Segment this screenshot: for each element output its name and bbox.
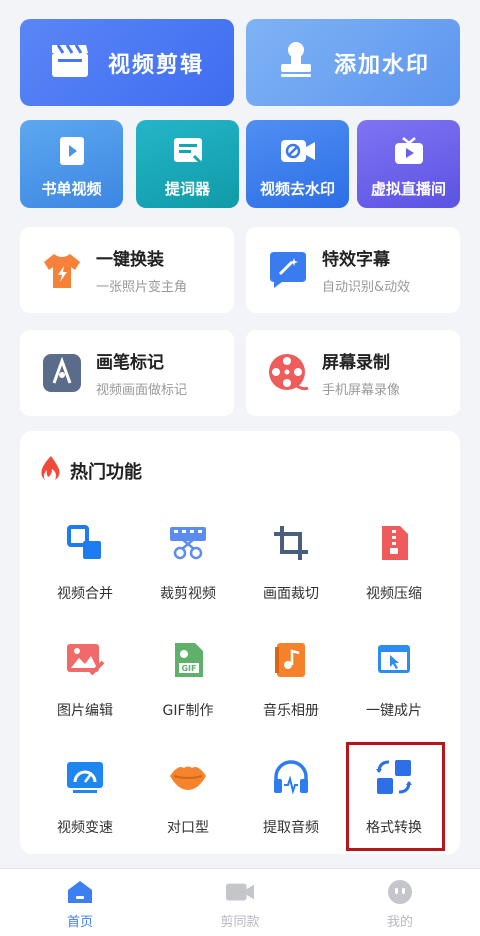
- book-video-card[interactable]: 书单视频: [20, 120, 123, 208]
- nav-profile-label: 我的: [386, 915, 413, 930]
- camera-icon: [225, 879, 255, 905]
- tv-play-icon: [390, 134, 428, 168]
- gif-make-button[interactable]: GIF GIF制作: [138, 640, 238, 740]
- stamp-icon: [276, 40, 316, 86]
- screen-record-subtitle: 手机屏幕录像: [322, 383, 401, 398]
- effect-subtitle-subtitle: 自动识别&动效: [322, 280, 411, 295]
- teleprompter-icon: [169, 134, 207, 168]
- image-edit-label: 图片编辑: [57, 703, 113, 719]
- cut-video-label: 裁剪视频: [160, 586, 216, 602]
- effect-subtitle-title: 特效字幕: [322, 250, 390, 270]
- hot-functions-title: 热门功能: [70, 461, 142, 483]
- lips-icon: [168, 757, 208, 797]
- add-watermark-label: 添加水印: [333, 52, 430, 78]
- music-album-button[interactable]: 音乐相册: [241, 640, 341, 740]
- one-click-film-button[interactable]: 一键成片: [344, 640, 444, 740]
- cut-video-button[interactable]: 裁剪视频: [138, 523, 238, 623]
- lip-sync-label: 对口型: [167, 820, 209, 836]
- image-edit-button[interactable]: 图片编辑: [35, 640, 135, 740]
- crop-frame-button[interactable]: 画面裁切: [241, 523, 341, 623]
- music-album-icon: [271, 640, 311, 680]
- add-watermark-card[interactable]: 添加水印: [246, 19, 460, 106]
- screen-record-card[interactable]: 屏幕录制 手机屏幕录像: [246, 330, 460, 416]
- nav-home-label: 首页: [66, 915, 93, 930]
- clapperboard-icon: [50, 41, 90, 85]
- tshirt-icon: [40, 248, 84, 292]
- headphones-icon: [271, 757, 311, 797]
- remove-watermark-card[interactable]: 视频去水印: [246, 120, 349, 208]
- speed-icon: [65, 757, 105, 797]
- video-speed-button[interactable]: 视频变速: [35, 757, 135, 857]
- pen-marker-icon: [40, 351, 84, 395]
- pen-mark-title: 画笔标记: [96, 353, 164, 373]
- film-reel-icon: [266, 351, 310, 395]
- gif-make-label: GIF制作: [162, 703, 214, 719]
- outfit-change-card[interactable]: 一键换装 一张照片变主角: [20, 227, 234, 313]
- nav-template-label: 剪同款: [220, 915, 260, 930]
- image-edit-icon: [65, 640, 105, 680]
- effect-subtitle-card[interactable]: 特效字幕 自动识别&动效: [246, 227, 460, 313]
- nav-home[interactable]: 首页: [40, 879, 120, 930]
- video-compress-button[interactable]: 视频压缩: [344, 523, 444, 623]
- svg-text:GIF: GIF: [181, 664, 196, 673]
- extract-audio-label: 提取音频: [263, 820, 319, 836]
- extract-audio-button[interactable]: 提取音频: [241, 757, 341, 857]
- bottom-nav: 首页 剪同款 我的: [0, 868, 480, 936]
- video-merge-label: 视频合并: [57, 586, 113, 602]
- lip-sync-button[interactable]: 对口型: [138, 757, 238, 857]
- outfit-change-title: 一键换装: [96, 250, 164, 270]
- remove-watermark-icon: [279, 134, 317, 168]
- video-compress-label: 视频压缩: [366, 586, 422, 602]
- video-speed-label: 视频变速: [57, 820, 113, 836]
- highlight-box: [346, 742, 445, 851]
- one-click-film-icon: [374, 640, 414, 680]
- merge-icon: [65, 523, 105, 563]
- remove-watermark-label: 视频去水印: [259, 180, 335, 198]
- crop-icon: [271, 523, 311, 563]
- nav-template[interactable]: 剪同款: [200, 879, 280, 930]
- cut-video-icon: [168, 523, 208, 563]
- gif-icon: GIF: [168, 640, 208, 680]
- video-merge-button[interactable]: 视频合并: [35, 523, 135, 623]
- flame-icon: [40, 455, 62, 486]
- one-click-film-label: 一键成片: [366, 703, 422, 719]
- nav-profile[interactable]: 我的: [360, 879, 440, 930]
- profile-icon: [385, 879, 415, 905]
- teleprompter-card[interactable]: 提词器: [136, 120, 239, 208]
- outfit-change-subtitle: 一张照片变主角: [96, 280, 188, 295]
- compress-icon: [374, 523, 414, 563]
- book-video-label: 书单视频: [41, 180, 102, 198]
- teleprompter-label: 提词器: [164, 180, 210, 198]
- magic-subtitle-icon: [266, 248, 310, 292]
- virtual-live-label: 虚拟直播间: [370, 180, 446, 198]
- hot-functions-heading: 热门功能: [40, 455, 142, 486]
- crop-frame-label: 画面裁切: [263, 586, 319, 602]
- virtual-live-card[interactable]: 虚拟直播间: [357, 120, 460, 208]
- video-edit-card[interactable]: 视频剪辑: [20, 19, 234, 106]
- pen-mark-card[interactable]: 画笔标记 视频画面做标记: [20, 330, 234, 416]
- screen-record-title: 屏幕录制: [322, 353, 390, 373]
- video-edit-label: 视频剪辑: [107, 52, 204, 78]
- home-icon: [65, 879, 95, 905]
- music-album-label: 音乐相册: [263, 703, 319, 719]
- pen-mark-subtitle: 视频画面做标记: [96, 383, 188, 398]
- book-play-icon: [53, 134, 91, 168]
